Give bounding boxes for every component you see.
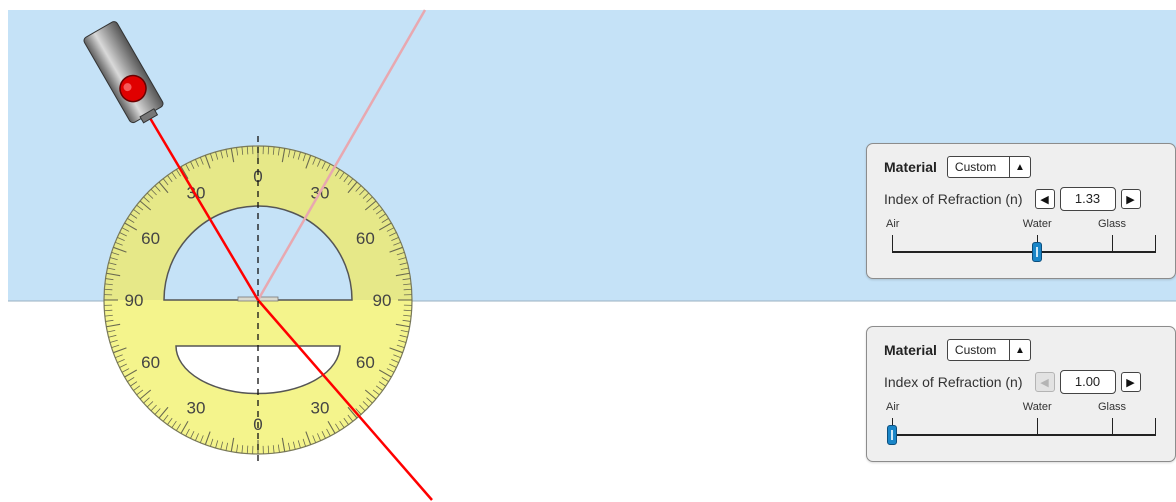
protractor-angle-label: 30 [311, 398, 330, 417]
protractor-angle-label: 90 [125, 291, 144, 310]
index-of-refraction-slider[interactable]: Air Water Glass [886, 401, 1156, 449]
protractor-tick [246, 445, 249, 454]
slider-tick-label-air: Air [886, 218, 900, 230]
protractor-angle-label: 60 [141, 229, 160, 248]
slider-tick-air [892, 235, 893, 252]
index-of-refraction-value[interactable]: 1.33 [1059, 187, 1116, 211]
slider-tick-label-glass: Glass [1097, 218, 1127, 230]
protractor-angle-label: 60 [141, 353, 160, 372]
material-label: Material [884, 159, 937, 175]
decrease-index-button[interactable]: ◀ [1034, 189, 1055, 209]
slider-tick-glass [1112, 235, 1113, 252]
protractor-tick [267, 146, 270, 155]
index-of-refraction-value[interactable]: 1.00 [1059, 370, 1116, 394]
protractor-angle-label: 30 [187, 398, 206, 417]
slider-track[interactable] [892, 251, 1156, 253]
slider-tick-water [1037, 418, 1039, 435]
dropdown-arrow-icon[interactable]: ▲ [1008, 157, 1030, 177]
top-medium-control-panel: Material Custom ▲ Index of Refraction (n… [866, 143, 1176, 279]
index-of-refraction-label: Index of Refraction (n) [884, 191, 1023, 207]
protractor-tick [104, 309, 113, 312]
protractor-tick [403, 309, 412, 312]
protractor-angle-label: 60 [356, 353, 375, 372]
index-of-refraction-label: Index of Refraction (n) [884, 374, 1023, 390]
material-dropdown[interactable]: Custom ▲ [946, 339, 1031, 361]
dropdown-arrow-icon[interactable]: ▲ [1008, 340, 1030, 360]
material-dropdown[interactable]: Custom ▲ [946, 156, 1031, 178]
slider-tick-end [1155, 235, 1156, 252]
slider-tick-label-water: Water [1022, 218, 1052, 230]
protractor-tick [267, 445, 270, 454]
bottom-medium-control-panel: Material Custom ▲ Index of Refraction (n… [866, 326, 1176, 462]
material-label: Material [884, 342, 937, 358]
slider-track[interactable] [892, 434, 1156, 436]
decrease-index-button[interactable]: ◀ [1034, 372, 1055, 392]
increase-index-button[interactable]: ▶ [1120, 372, 1141, 392]
material-dropdown-value: Custom [954, 160, 997, 174]
slider-thumb[interactable] [887, 425, 897, 445]
protractor-tick [246, 146, 249, 155]
slider-tick-glass [1112, 418, 1113, 435]
protractor-angle-label: 90 [373, 291, 392, 310]
slider-tick-end [1155, 418, 1156, 435]
slider-tick-label-air: Air [886, 401, 900, 413]
protractor-angle-label: 60 [356, 229, 375, 248]
slider-tick-label-water: Water [1022, 401, 1052, 413]
slider-tick-label-glass: Glass [1097, 401, 1127, 413]
increase-index-button[interactable]: ▶ [1120, 189, 1141, 209]
material-dropdown-value: Custom [954, 343, 997, 357]
index-of-refraction-slider[interactable]: Air Water Glass [886, 218, 1156, 266]
protractor-tick [403, 288, 412, 291]
protractor-tick [104, 288, 113, 291]
slider-thumb[interactable] [1032, 242, 1043, 262]
